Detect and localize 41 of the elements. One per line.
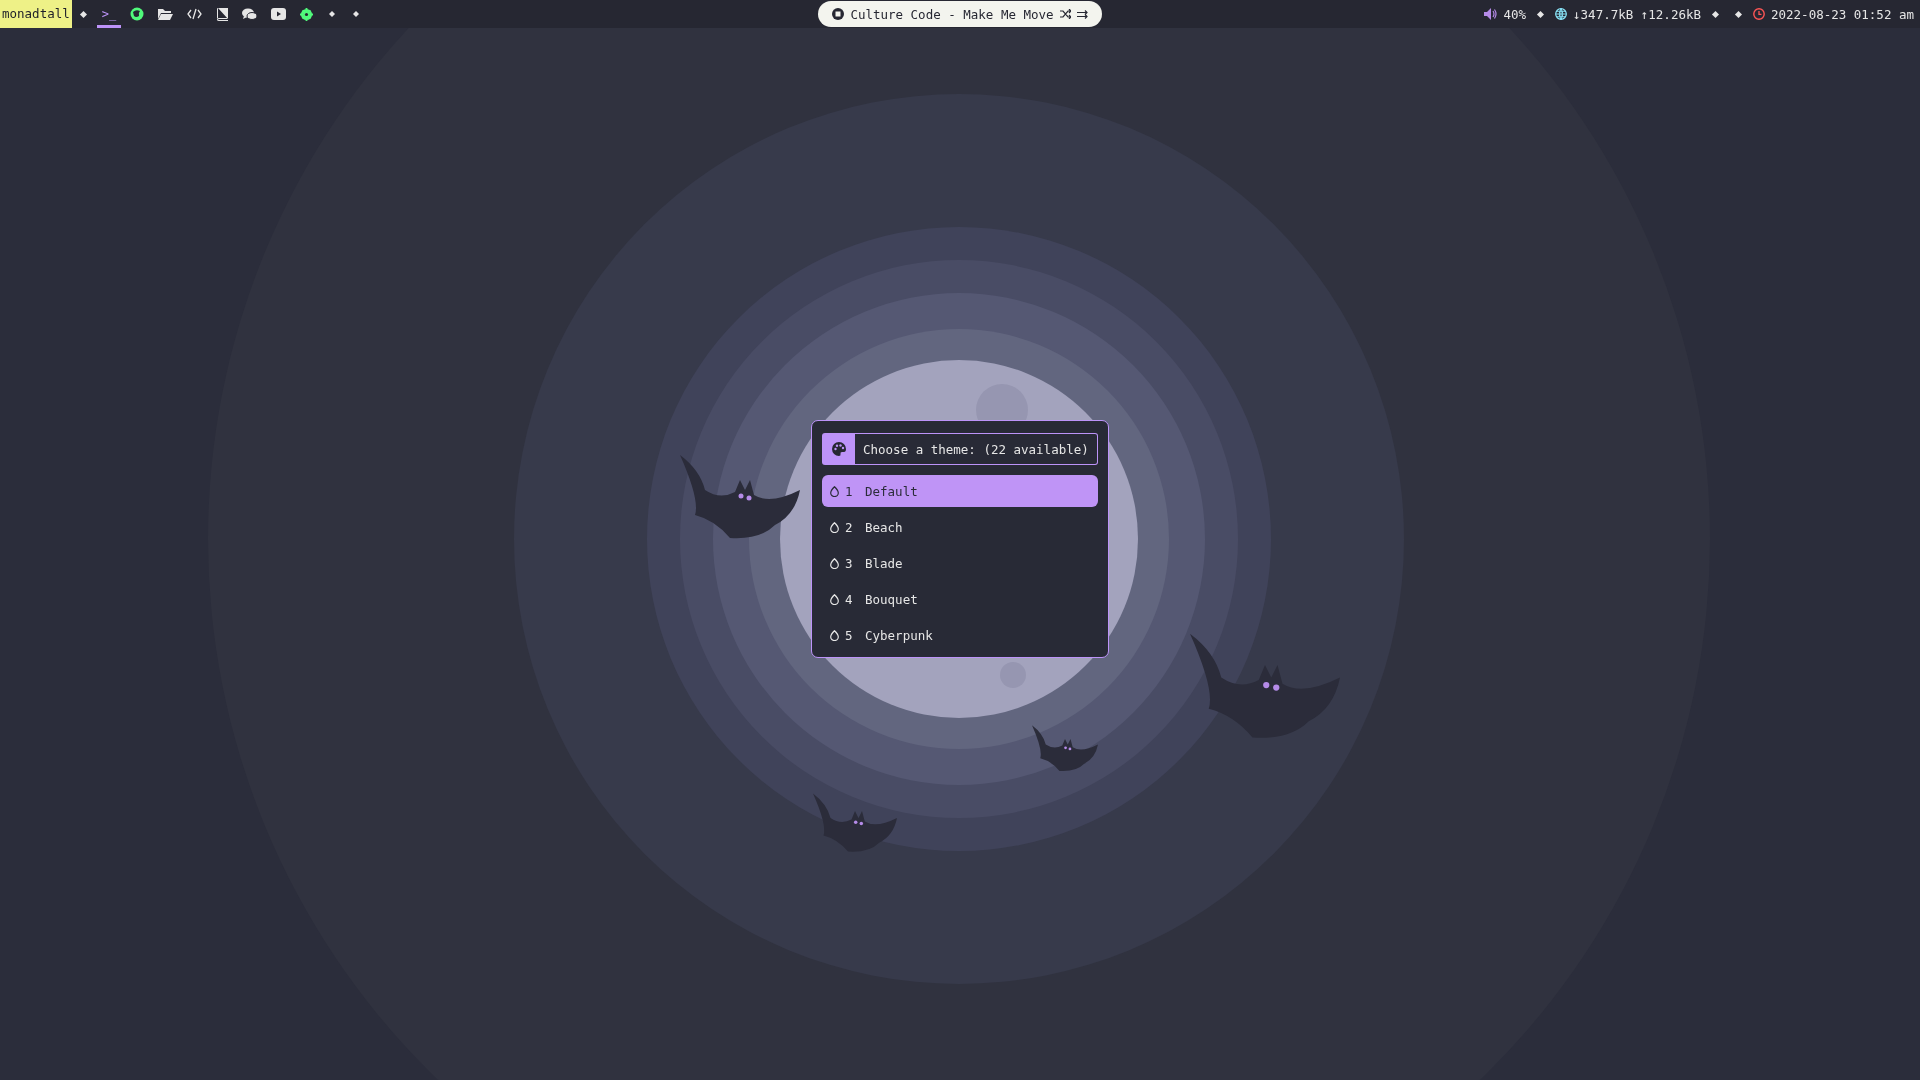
volume-level: 40% (1503, 6, 1527, 22)
shuffle-icon[interactable] (1059, 9, 1071, 19)
theme-option[interactable]: 3 Blade (822, 547, 1098, 579)
option-number: 4 (845, 591, 854, 607)
workspace-tab[interactable]: >_ (96, 0, 122, 28)
option-number: 3 (845, 555, 854, 571)
prompt-field[interactable]: Choose a theme: (22 available) (855, 433, 1098, 465)
drop-icon (830, 557, 839, 569)
clock-text: 2022-08-23 01:52 am (1771, 6, 1914, 22)
option-number: 2 (845, 519, 854, 535)
option-label: Bouquet (865, 591, 918, 607)
drop-icon (830, 485, 839, 497)
gear-icon (300, 7, 314, 21)
chat-icon (242, 7, 258, 21)
book-icon (216, 7, 229, 21)
globe-icon (1555, 8, 1568, 20)
speaker-icon (1484, 8, 1498, 20)
window-title: Culture Code - Make Me Move (850, 6, 1054, 22)
layout-name: monadtall (0, 0, 72, 28)
globe-icon (130, 7, 145, 21)
option-number: 1 (845, 483, 854, 499)
drop-icon (830, 629, 839, 641)
network-speed: ↓347.7kB ↑12.26kB (1573, 6, 1701, 22)
code-icon (187, 8, 203, 20)
record-icon (832, 8, 845, 20)
drop-icon (830, 521, 839, 533)
repeat-icon[interactable] (1076, 9, 1088, 19)
video-play-icon (271, 8, 287, 20)
theme-option[interactable]: 4 Bouquet (822, 583, 1098, 615)
folder-icon (158, 8, 174, 20)
palette-icon (822, 433, 855, 465)
option-label: Cyberpunk (865, 627, 933, 643)
clock-icon (1753, 8, 1765, 20)
option-label: Beach (865, 519, 903, 535)
option-label: Default (865, 483, 918, 499)
theme-option[interactable]: 2 Beach (822, 511, 1098, 543)
theme-option[interactable]: 1 Default (822, 475, 1098, 507)
option-number: 5 (845, 627, 854, 643)
option-label: Blade (865, 555, 903, 571)
theme-option[interactable]: 5 Cyberpunk (822, 619, 1098, 651)
drop-icon (830, 593, 839, 605)
